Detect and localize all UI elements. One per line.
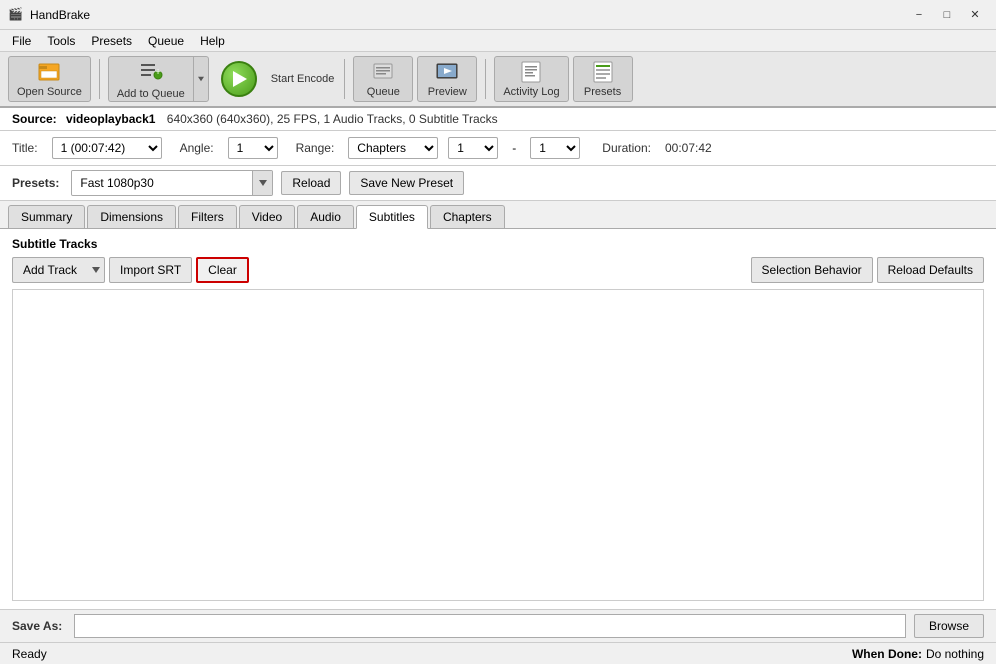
import-srt-label: Import SRT — [120, 263, 181, 277]
menu-help[interactable]: Help — [192, 32, 233, 50]
title-select[interactable]: 1 (00:07:42) — [52, 137, 162, 159]
presets-label: Presets — [584, 86, 621, 98]
save-row: Save As: Browse — [0, 609, 996, 642]
tab-audio[interactable]: Audio — [297, 205, 354, 228]
queue-label: Queue — [367, 86, 400, 98]
preset-dropdown-arrow[interactable] — [252, 171, 272, 195]
reload-button[interactable]: Reload — [281, 171, 341, 195]
svg-text:+: + — [155, 67, 161, 78]
add-to-queue-group: + Add to Queue — [108, 56, 209, 102]
add-to-queue-button[interactable]: + Add to Queue — [108, 56, 193, 102]
selection-behavior-label: Selection Behavior — [762, 263, 862, 277]
subtitle-section-title: Subtitle Tracks — [12, 237, 984, 251]
save-as-label: Save As: — [12, 619, 62, 633]
add-to-queue-icon: + — [139, 59, 163, 86]
tab-chapters[interactable]: Chapters — [430, 205, 505, 228]
toolbar-separator-1 — [99, 59, 100, 99]
toolbar: Open Source + Add to Queue Start — [0, 52, 996, 108]
status-bar: Ready When Done: Do nothing — [0, 642, 996, 664]
presets-button[interactable]: Presets — [573, 56, 633, 102]
presets-row: Presets: Reload Save New Preset — [0, 166, 996, 201]
source-filename: videoplayback1 — [66, 112, 155, 126]
toolbar-separator-3 — [485, 59, 486, 99]
menu-file[interactable]: File — [4, 32, 39, 50]
ready-status: Ready — [12, 647, 47, 661]
menu-tools[interactable]: Tools — [39, 32, 83, 50]
add-to-queue-dropdown[interactable] — [193, 56, 209, 102]
source-info: 640x360 (640x360), 25 FPS, 1 Audio Track… — [167, 112, 498, 126]
add-track-button[interactable]: Add Track — [12, 257, 87, 283]
angle-select[interactable]: 1 — [228, 137, 278, 159]
tab-filters[interactable]: Filters — [178, 205, 237, 228]
duration-label: Duration: — [602, 141, 651, 155]
clear-button[interactable]: Clear — [196, 257, 249, 283]
tabs-bar: Summary Dimensions Filters Video Audio S… — [0, 201, 996, 229]
add-track-group: Add Track — [12, 257, 105, 283]
source-label: Source: — [12, 112, 57, 126]
open-source-icon — [37, 60, 61, 84]
toolbar-separator-2 — [344, 59, 345, 99]
subtitle-list-area — [12, 289, 984, 601]
title-label: Title: — [12, 141, 38, 155]
presets-icon — [591, 60, 615, 84]
reload-defaults-button[interactable]: Reload Defaults — [877, 257, 984, 283]
tab-subtitles[interactable]: Subtitles — [356, 205, 428, 229]
title-bar: 🎬 HandBrake − □ ✕ — [0, 0, 996, 30]
start-circle — [221, 61, 257, 97]
open-source-button[interactable]: Open Source — [8, 56, 91, 102]
angle-label: Angle: — [180, 141, 214, 155]
presets-label-row: Presets: — [12, 176, 59, 190]
menu-presets[interactable]: Presets — [83, 32, 140, 50]
maximize-button[interactable]: □ — [934, 5, 960, 25]
when-done-value: Do nothing — [926, 647, 984, 661]
reload-defaults-label: Reload Defaults — [888, 263, 973, 277]
preview-icon — [435, 60, 459, 84]
preview-label: Preview — [428, 86, 467, 98]
start-encode-label: Start Encode — [271, 73, 335, 85]
browse-button[interactable]: Browse — [914, 614, 984, 638]
range-label: Range: — [296, 141, 335, 155]
range-to-select[interactable]: 1 — [530, 137, 580, 159]
close-button[interactable]: ✕ — [962, 5, 988, 25]
app-title: HandBrake — [30, 8, 906, 22]
range-dash: - — [512, 141, 516, 155]
subtitle-section: Subtitle Tracks Add Track Import SRT Cle… — [0, 229, 996, 609]
subtitle-toolbar: Add Track Import SRT Clear Selection Beh… — [12, 257, 984, 283]
add-track-label: Add Track — [23, 263, 77, 277]
source-bar: Source: videoplayback1 640x360 (640x360)… — [0, 108, 996, 131]
queue-icon — [371, 60, 395, 84]
activity-log-button[interactable]: Activity Log — [494, 56, 568, 102]
app-icon: 🎬 — [8, 7, 24, 23]
activity-log-icon — [519, 60, 543, 84]
open-source-label: Open Source — [17, 86, 82, 98]
tab-video[interactable]: Video — [239, 205, 295, 228]
clear-label: Clear — [208, 263, 237, 277]
play-icon — [233, 71, 247, 87]
activity-log-label: Activity Log — [503, 86, 559, 98]
preset-selector — [71, 170, 273, 196]
selection-behavior-button[interactable]: Selection Behavior — [751, 257, 873, 283]
status-right: When Done: Do nothing — [852, 647, 984, 661]
menu-queue[interactable]: Queue — [140, 32, 192, 50]
start-encode-button[interactable] — [213, 56, 265, 102]
tab-summary[interactable]: Summary — [8, 205, 85, 228]
minimize-button[interactable]: − — [906, 5, 932, 25]
add-track-dropdown[interactable] — [87, 257, 105, 283]
range-select[interactable]: Chapters — [348, 137, 438, 159]
duration-value: 00:07:42 — [665, 141, 712, 155]
save-new-preset-button[interactable]: Save New Preset — [349, 171, 464, 195]
preview-button[interactable]: Preview — [417, 56, 477, 102]
preset-input[interactable] — [72, 171, 252, 195]
main-content: Subtitle Tracks Add Track Import SRT Cle… — [0, 229, 996, 609]
tab-dimensions[interactable]: Dimensions — [87, 205, 176, 228]
import-srt-button[interactable]: Import SRT — [109, 257, 192, 283]
when-done-label: When Done: — [852, 647, 922, 661]
queue-button[interactable]: Queue — [353, 56, 413, 102]
save-as-input[interactable] — [74, 614, 906, 638]
controls-row: Title: 1 (00:07:42) Angle: 1 Range: Chap… — [0, 131, 996, 166]
window-controls: − □ ✕ — [906, 5, 988, 25]
range-from-select[interactable]: 1 — [448, 137, 498, 159]
menu-bar: File Tools Presets Queue Help — [0, 30, 996, 52]
add-to-queue-label: Add to Queue — [117, 88, 185, 100]
